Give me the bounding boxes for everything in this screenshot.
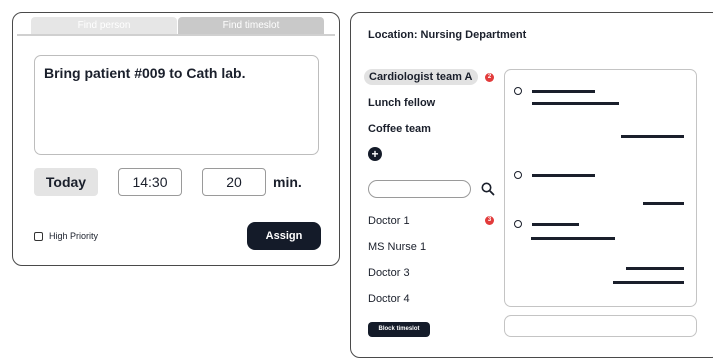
team-item-lunch-fellow[interactable]: Lunch fellow [368,95,435,111]
block-timeslot-button[interactable]: Block timeslot [368,322,430,337]
high-priority-label: High Priority [49,231,99,241]
location-title: Location: Nursing Department [368,29,527,41]
schedule-bar [532,174,595,177]
schedule-bar [613,281,684,284]
assign-button[interactable]: Assign [247,222,321,250]
team-item-cardiologist-a[interactable]: Cardiologist team A [364,69,478,85]
team-notification-badge: 2 [485,73,494,82]
search-input[interactable] [368,180,471,198]
search-icon[interactable] [480,181,496,197]
task-textarea[interactable]: Bring patient #009 to Cath lab. [34,55,319,155]
task-card: Find person Find timeslot Bring patient … [12,12,340,266]
schedule-panel [504,69,697,307]
duration-input[interactable]: 20 [202,168,266,196]
person-item-ms-nurse-1[interactable]: MS Nurse 1 [368,241,426,253]
add-team-icon[interactable]: + [368,147,382,161]
schedule-bar [532,90,595,93]
person-item-doctor-3[interactable]: Doctor 3 [368,267,410,279]
tab-find-timeslot[interactable]: Find timeslot [178,17,324,34]
high-priority-checkbox[interactable] [34,232,43,241]
schedule-bar [621,135,684,138]
person-item-doctor-4[interactable]: Doctor 4 [368,293,410,305]
schedule-bar [643,202,684,205]
schedule-radio[interactable] [514,220,522,228]
schedule-card: Location: Nursing Department Cardiologis… [350,12,713,358]
schedule-bar [532,102,619,105]
schedule-radio[interactable] [514,171,522,179]
team-item-coffee-team[interactable]: Coffee team [368,121,431,137]
schedule-bar [531,237,615,240]
schedule-bar [626,267,684,270]
schedule-bar [532,223,579,226]
person-item-doctor-1[interactable]: Doctor 1 [368,215,410,227]
schedule-radio[interactable] [514,87,522,95]
note-input[interactable] [504,315,697,337]
person-notification-badge: 3 [485,216,494,225]
tab-divider [17,34,335,36]
tab-find-person[interactable]: Find person [31,17,177,34]
duration-unit-label: min. [273,174,302,190]
task-text: Bring patient #009 to Cath lab. [44,65,246,81]
time-input[interactable]: 14:30 [118,168,182,196]
today-button[interactable]: Today [34,168,98,196]
